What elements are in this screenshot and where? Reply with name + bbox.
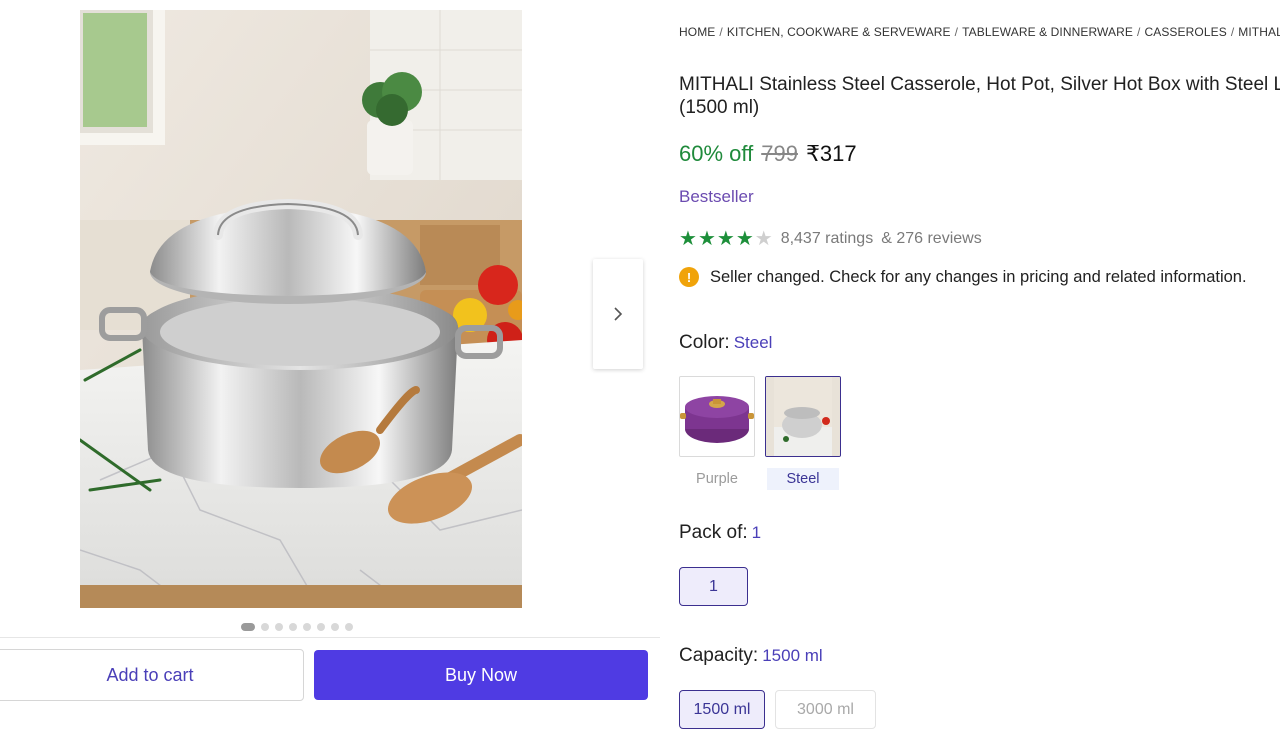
pack-option-label: Pack of: 1 (679, 522, 761, 544)
pagination-dot[interactable] (275, 623, 283, 631)
breadcrumb-item[interactable]: CASSEROLES (1144, 25, 1226, 39)
chevron-right-icon (614, 307, 623, 321)
breadcrumb: HOME / KITCHEN, COOKWARE & SERVEWARE / TABLE… (679, 25, 1280, 39)
pagination-dot[interactable] (345, 623, 353, 631)
selling-price: ₹317 (805, 141, 857, 166)
capacity-option-3000ml[interactable]: 3000 ml (775, 690, 876, 729)
color-swatch-purple[interactable] (679, 376, 755, 457)
color-choice-steel-label[interactable]: Steel (767, 468, 839, 490)
ratings-count: 8,437 ratings (780, 230, 874, 247)
breadcrumb-separator: / (719, 25, 723, 39)
capacity-option-1500ml[interactable]: 1500 ml (679, 690, 765, 729)
color-swatch-steel[interactable] (765, 376, 841, 457)
reviews-count: & 276 reviews (881, 230, 982, 247)
original-price: 799 (761, 141, 798, 166)
product-details: HOME / KITCHEN, COOKWARE & SERVEWARE / TABLE… (679, 0, 1280, 745)
pagination-dot[interactable] (317, 623, 325, 631)
star-rating: ★ ★ ★ ★ ★ (679, 229, 773, 249)
product-main-image[interactable] (80, 10, 522, 608)
bestseller-badge: Bestseller (679, 187, 754, 206)
capacity-label: Capacity: (679, 645, 759, 666)
seller-changed-notice: ! Seller changed. Check for any changes … (679, 267, 1247, 287)
breadcrumb-item[interactable]: TABLEWARE & DINNERWARE (962, 25, 1133, 39)
add-to-cart-button[interactable]: Add to cart (0, 649, 304, 701)
discount-percent: 60% off (679, 141, 754, 166)
steel-casserole-thumbnail-icon (766, 377, 840, 456)
info-icon: ! (679, 267, 699, 287)
pagination-dot[interactable] (241, 623, 255, 631)
breadcrumb-item[interactable]: MITHALI (1238, 25, 1280, 39)
color-selected-value: Steel (733, 333, 773, 352)
pack-selected-value: 1 (751, 523, 762, 542)
pagination-dot[interactable] (261, 623, 269, 631)
pagination-dot[interactable] (289, 623, 297, 631)
next-image-button[interactable] (593, 259, 643, 369)
price-row: 60% off 799 ₹317 (679, 141, 857, 167)
color-label: Color: (679, 332, 730, 353)
pagination-dot[interactable] (331, 623, 339, 631)
color-choice-purple-label[interactable]: Purple (681, 468, 753, 490)
breadcrumb-item[interactable]: HOME (679, 25, 715, 39)
breadcrumb-separator: / (954, 25, 959, 39)
star-filled-icon: ★ (716, 228, 735, 250)
star-filled-icon: ★ (735, 228, 754, 250)
pack-label: Pack of: (679, 522, 748, 543)
star-empty-icon: ★ (754, 228, 773, 250)
purple-casserole-icon (680, 377, 754, 456)
pagination-dot[interactable] (303, 623, 311, 631)
capacity-selected-value: 1500 ml (762, 646, 823, 665)
capacity-option-label: Capacity: 1500 ml (679, 645, 823, 667)
breadcrumb-separator: / (1230, 25, 1235, 39)
color-option-label: Color: Steel (679, 332, 772, 354)
product-gallery: Add to cart Buy Now (0, 0, 660, 745)
buy-now-button[interactable]: Buy Now (314, 650, 648, 700)
casserole-photo-icon (80, 10, 522, 608)
rating-summary[interactable]: ★ ★ ★ ★ ★ 8,437 ratings & 276 reviews (679, 229, 982, 249)
notice-text: Seller changed. Check for any changes in… (710, 267, 1247, 286)
product-title: MITHALI Stainless Steel Casserole, Hot P… (679, 74, 1280, 118)
breadcrumb-separator: / (1137, 25, 1141, 39)
gallery-divider (0, 637, 660, 638)
breadcrumb-item[interactable]: KITCHEN, COOKWARE & SERVEWARE (727, 25, 951, 39)
image-pagination-dots (241, 623, 353, 631)
star-filled-icon: ★ (697, 228, 716, 250)
pack-option-1[interactable]: 1 (679, 567, 748, 606)
star-filled-icon: ★ (679, 228, 697, 250)
